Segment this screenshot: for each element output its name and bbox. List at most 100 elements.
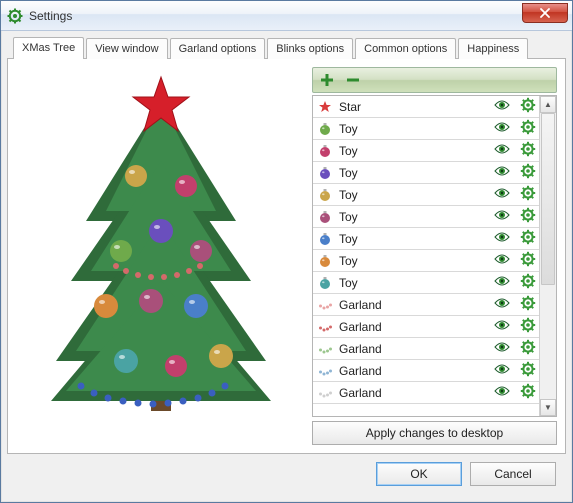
eye-icon (494, 297, 510, 312)
scroll-up-button[interactable]: ▲ (540, 96, 556, 113)
gear-icon (520, 361, 536, 380)
gear-icon (520, 141, 536, 160)
gear-icon (520, 317, 536, 336)
gear-icon (520, 185, 536, 204)
cancel-button[interactable]: Cancel (470, 462, 556, 486)
eye-icon (494, 99, 510, 114)
visibility-toggle[interactable] (493, 230, 511, 248)
gear-icon (520, 229, 536, 248)
eye-icon (494, 165, 510, 180)
eye-icon (494, 385, 510, 400)
item-settings-button[interactable] (519, 340, 537, 358)
item-label: Toy (339, 166, 487, 180)
tab-garland-options[interactable]: Garland options (170, 38, 266, 59)
eye-icon (494, 341, 510, 356)
item-settings-button[interactable] (519, 318, 537, 336)
item-settings-button[interactable] (519, 274, 537, 292)
minus-icon (345, 72, 361, 88)
tab-label: Happiness (467, 43, 519, 55)
visibility-toggle[interactable] (493, 362, 511, 380)
item-label: Toy (339, 144, 487, 158)
item-settings-button[interactable] (519, 296, 537, 314)
visibility-toggle[interactable] (493, 186, 511, 204)
eye-icon (494, 231, 510, 246)
item-settings-button[interactable] (519, 230, 537, 248)
list-item[interactable]: Toy (313, 184, 539, 206)
list-item[interactable]: Toy (313, 250, 539, 272)
scroll-thumb[interactable] (541, 113, 555, 285)
visibility-toggle[interactable] (493, 208, 511, 226)
gear-icon (520, 295, 536, 314)
visibility-toggle[interactable] (493, 142, 511, 160)
eye-icon (494, 319, 510, 334)
tree-preview (16, 67, 306, 445)
list-scrollbar[interactable]: ▲ ▼ (539, 96, 556, 416)
item-settings-button[interactable] (519, 362, 537, 380)
visibility-toggle[interactable] (493, 98, 511, 116)
tab-blinks-options[interactable]: Blinks options (267, 38, 353, 59)
list-item[interactable]: Garland (313, 360, 539, 382)
list-item[interactable]: Toy (313, 272, 539, 294)
item-type-icon (317, 143, 333, 159)
gear-icon (520, 119, 536, 138)
list-item[interactable]: Star (313, 96, 539, 118)
tab-common-options[interactable]: Common options (355, 38, 456, 59)
tab-view-window[interactable]: View window (86, 38, 167, 59)
list-item[interactable]: Garland (313, 316, 539, 338)
settings-window: Settings XMas Tree View window Garland o… (0, 0, 573, 503)
visibility-toggle[interactable] (493, 318, 511, 336)
eye-icon (494, 275, 510, 290)
list-item[interactable]: Garland (313, 294, 539, 316)
item-type-icon (317, 165, 333, 181)
item-label: Garland (339, 342, 487, 356)
visibility-toggle[interactable] (493, 340, 511, 358)
item-type-icon (317, 231, 333, 247)
visibility-toggle[interactable] (493, 120, 511, 138)
list-item[interactable]: Garland (313, 382, 539, 404)
right-pane: StarToyToyToyToyToyToyToyToyGarlandGarla… (312, 67, 557, 445)
item-type-icon (317, 209, 333, 225)
list-item[interactable]: Toy (313, 118, 539, 140)
item-settings-button[interactable] (519, 164, 537, 182)
tab-xmas-tree[interactable]: XMas Tree (13, 37, 84, 59)
list-item[interactable]: Toy (313, 206, 539, 228)
ok-button[interactable]: OK (376, 462, 462, 486)
item-settings-button[interactable] (519, 384, 537, 402)
list-item[interactable]: Toy (313, 228, 539, 250)
visibility-toggle[interactable] (493, 384, 511, 402)
visibility-toggle[interactable] (493, 164, 511, 182)
eye-icon (494, 253, 510, 268)
item-type-icon (317, 363, 333, 379)
item-settings-button[interactable] (519, 142, 537, 160)
visibility-toggle[interactable] (493, 274, 511, 292)
item-settings-button[interactable] (519, 98, 537, 116)
list-item[interactable]: Toy (313, 140, 539, 162)
tabstrip: XMas Tree View window Garland options Bl… (7, 37, 566, 59)
item-type-icon (317, 99, 333, 115)
tab-label: View window (95, 43, 158, 55)
item-settings-button[interactable] (519, 120, 537, 138)
remove-item-button[interactable] (343, 71, 363, 89)
item-settings-button[interactable] (519, 252, 537, 270)
gear-icon (520, 339, 536, 358)
item-type-icon (317, 319, 333, 335)
tab-happiness[interactable]: Happiness (458, 38, 528, 59)
visibility-toggle[interactable] (493, 252, 511, 270)
list-item[interactable]: Toy (313, 162, 539, 184)
scroll-down-button[interactable]: ▼ (540, 399, 556, 416)
eye-icon (494, 121, 510, 136)
close-icon (540, 8, 550, 18)
close-button[interactable] (522, 3, 568, 23)
tab-label: Blinks options (276, 43, 344, 55)
add-item-button[interactable] (317, 71, 337, 89)
list-item[interactable]: Garland (313, 338, 539, 360)
client-area: XMas Tree View window Garland options Bl… (1, 31, 572, 502)
tab-label: Common options (364, 43, 447, 55)
item-label: Star (339, 100, 487, 114)
item-settings-button[interactable] (519, 208, 537, 226)
item-list[interactable]: StarToyToyToyToyToyToyToyToyGarlandGarla… (313, 96, 539, 416)
item-settings-button[interactable] (519, 186, 537, 204)
apply-changes-button[interactable]: Apply changes to desktop (312, 421, 557, 445)
visibility-toggle[interactable] (493, 296, 511, 314)
scroll-track[interactable] (540, 113, 556, 399)
